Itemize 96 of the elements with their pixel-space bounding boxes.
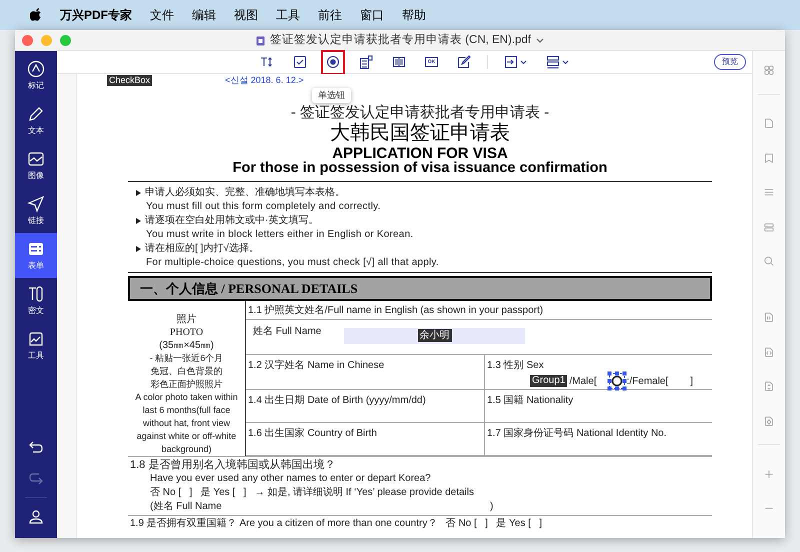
toolbox-icon xyxy=(27,330,45,348)
field-label: ] xyxy=(690,374,694,388)
fit-page-icon[interactable] xyxy=(762,416,776,426)
question-text: 1.8 是否曾用别名入境韩国或从韩国出境？ xyxy=(129,458,336,472)
question-text: 1.9 是否拥有双重国籍？ Are you a citizen of more than one country？ 否 No [ ] 是 Yes [ ] xyxy=(129,517,544,531)
bullet-icon xyxy=(136,218,141,224)
signature-icon xyxy=(457,55,472,69)
radio-button-icon xyxy=(326,55,340,69)
fit-width-icon[interactable] xyxy=(762,346,776,358)
bullet-icon xyxy=(136,190,141,196)
menu-item[interactable]: 编辑 xyxy=(192,6,216,24)
tooltip: 单选钮 xyxy=(312,88,351,103)
gauge-icon xyxy=(27,60,45,78)
preview-button[interactable]: 预览 xyxy=(714,54,746,70)
field-label: 1.3 性别 Sex xyxy=(487,360,544,371)
field-name-tag: CheckBox xyxy=(107,75,152,86)
question-text: ) xyxy=(490,500,494,514)
field-label: 1.1 护照英文姓名/Full name in English (as shown in your passport) xyxy=(246,301,712,320)
user-icon[interactable] xyxy=(29,510,43,524)
sidebar-item[interactable]: 文本 xyxy=(15,98,57,143)
minimize-button[interactable] xyxy=(41,34,52,46)
photo-instructions: - 粘贴一张近6个月 免冠、白色背景的 彩色正面护照照片 xyxy=(150,352,224,391)
window-title: 签证签发认定申请获批者专用申请表 (CN, EN).pdf xyxy=(270,32,531,48)
menu-item[interactable]: 视图 xyxy=(234,6,258,24)
fit-height-icon[interactable] xyxy=(762,381,776,392)
align-icon xyxy=(504,55,518,69)
sidebar-item[interactable]: 标记 xyxy=(15,53,57,98)
field-label: 1.4 出生日期 Date of Birth (yyyy/mm/dd) xyxy=(248,395,426,406)
menu-item[interactable]: 窗口 xyxy=(360,6,384,24)
distribute-icon xyxy=(546,55,560,69)
instruction-text: For multiple-choice questions, you must check [√] all that apply. xyxy=(145,256,440,270)
question-text: Have you ever used any other names to enter or depart Korea? xyxy=(149,472,432,486)
photo-label: 照片 xyxy=(176,313,196,326)
text-field-icon xyxy=(260,55,274,69)
caret-icon xyxy=(520,60,528,64)
section-header: 一、个人信息 / PERSONAL DETAILS xyxy=(128,276,712,301)
undo-icon[interactable] xyxy=(29,441,43,453)
redo-icon[interactable] xyxy=(29,473,43,485)
page-icon[interactable] xyxy=(762,118,776,129)
form-subtitle: - 签证签发认定申请获批者专用申请表 - xyxy=(290,104,550,122)
checkbox-icon xyxy=(292,55,307,69)
search-icon[interactable] xyxy=(762,256,776,267)
field-label: 1.5 国籍 Nationality xyxy=(487,395,574,406)
image-icon xyxy=(27,150,45,168)
caret-icon[interactable] xyxy=(536,38,544,44)
form-title: 大韩民国签证申请表 xyxy=(329,122,511,145)
instruction-text: You must fill out this form completely and correctly. xyxy=(145,200,382,214)
instruction-text: 申请人必须如实、完整、准确地填写本表格。 xyxy=(145,186,345,200)
question-text: 否 No [ ] 是 Yes [ ] → 如是, 请详细说明 If ‘Yes’ please provide details xyxy=(149,486,476,500)
text-cursor-icon xyxy=(27,284,45,302)
photo-label: PHOTO xyxy=(170,326,204,339)
form-subtitle-english: For those in possession of visa issuance confirmation xyxy=(232,161,608,176)
paper-plane-icon xyxy=(27,194,45,212)
list-box-icon xyxy=(358,55,373,69)
menu-item[interactable]: 工具 xyxy=(276,6,300,24)
sidebar-item[interactable]: 链接 xyxy=(15,188,57,233)
field-label: /Male[ xyxy=(569,374,597,388)
close-button[interactable] xyxy=(22,34,33,46)
menu-item[interactable]: 帮助 xyxy=(402,6,426,24)
field-label: 1.7 国家身份证号码 National Identity No. xyxy=(487,428,667,439)
field-label: 1.2 汉字姓名 Name in Chinese xyxy=(248,360,384,371)
revision-note: <신설 2018. 6. 12.> xyxy=(225,75,304,86)
list-icon[interactable] xyxy=(762,187,776,198)
bullet-icon xyxy=(136,246,141,252)
instruction-text: 请在相应的[ ]内打√选择。 xyxy=(145,242,259,256)
field-label: :/Female[ xyxy=(626,374,668,388)
form-title-english: APPLICATION FOR VISA xyxy=(332,146,508,161)
zoom-button[interactable] xyxy=(60,34,71,46)
sidebar-item[interactable]: 工具 xyxy=(15,323,57,368)
question-text: (姓名 Full Name xyxy=(150,500,223,514)
zoom-in-icon[interactable] xyxy=(762,468,776,480)
actual-size-icon[interactable] xyxy=(762,312,776,323)
stacked-rows-icon[interactable] xyxy=(762,222,776,232)
photo-instructions: A color photo taken within last 6 months(full face without hat, front view against white or off-white background) xyxy=(134,391,239,456)
thumbnail-grid-icon[interactable] xyxy=(762,65,776,76)
menu-item[interactable]: 万兴PDF专家 xyxy=(60,6,132,24)
pencil-icon xyxy=(27,104,45,122)
bookmark-icon[interactable] xyxy=(762,152,776,164)
sidebar-item[interactable]: 表单 xyxy=(15,233,57,278)
apple-icon[interactable] xyxy=(30,8,42,22)
menu-item[interactable]: 文件 xyxy=(150,6,174,24)
caret-icon xyxy=(562,60,570,64)
field-name-tag: Group1 xyxy=(530,375,568,387)
instruction-text: You must write in block letters either in English or Korean. xyxy=(145,228,414,242)
instruction-text: 请逐项在空白处用韩文或中·英文填写。 xyxy=(145,214,318,228)
name-field[interactable]: 余小明 xyxy=(344,328,525,344)
sidebar-item[interactable]: 图像 xyxy=(15,143,57,188)
toolbar-button[interactable] xyxy=(322,52,343,72)
sidebar-item[interactable]: 密文 xyxy=(15,278,57,323)
combo-box-icon xyxy=(392,55,406,69)
document-icon xyxy=(256,36,265,46)
photo-size: (35㎜×45㎜) xyxy=(159,339,214,352)
field-label: 1.6 出生国家 Country of Birth xyxy=(248,428,377,439)
radio-button[interactable] xyxy=(606,371,627,391)
menu-item[interactable]: 前往 xyxy=(318,6,342,24)
field-label: 姓名 Full Name xyxy=(253,325,322,339)
